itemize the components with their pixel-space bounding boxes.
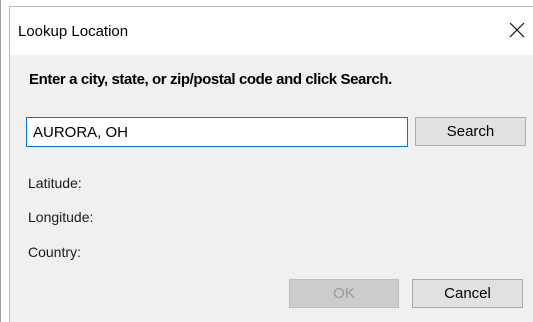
instruction-text: Enter a city, state, or zip/postal code … [29,71,392,88]
latitude-label: Latitude: [28,175,82,191]
location-input[interactable] [26,117,408,147]
ok-button[interactable]: OK [289,279,399,308]
search-button[interactable]: Search [415,117,526,146]
country-label: Country: [28,244,81,260]
title-bar: Lookup Location [10,7,533,55]
cancel-button[interactable]: Cancel [412,279,523,308]
close-icon [509,22,525,38]
longitude-label: Longitude: [28,209,94,225]
background-edge [0,0,1,322]
close-button[interactable] [500,17,533,47]
dialog-title: Lookup Location [18,23,129,40]
lookup-location-dialog: Lookup Location Enter a city, state, or … [9,6,533,322]
